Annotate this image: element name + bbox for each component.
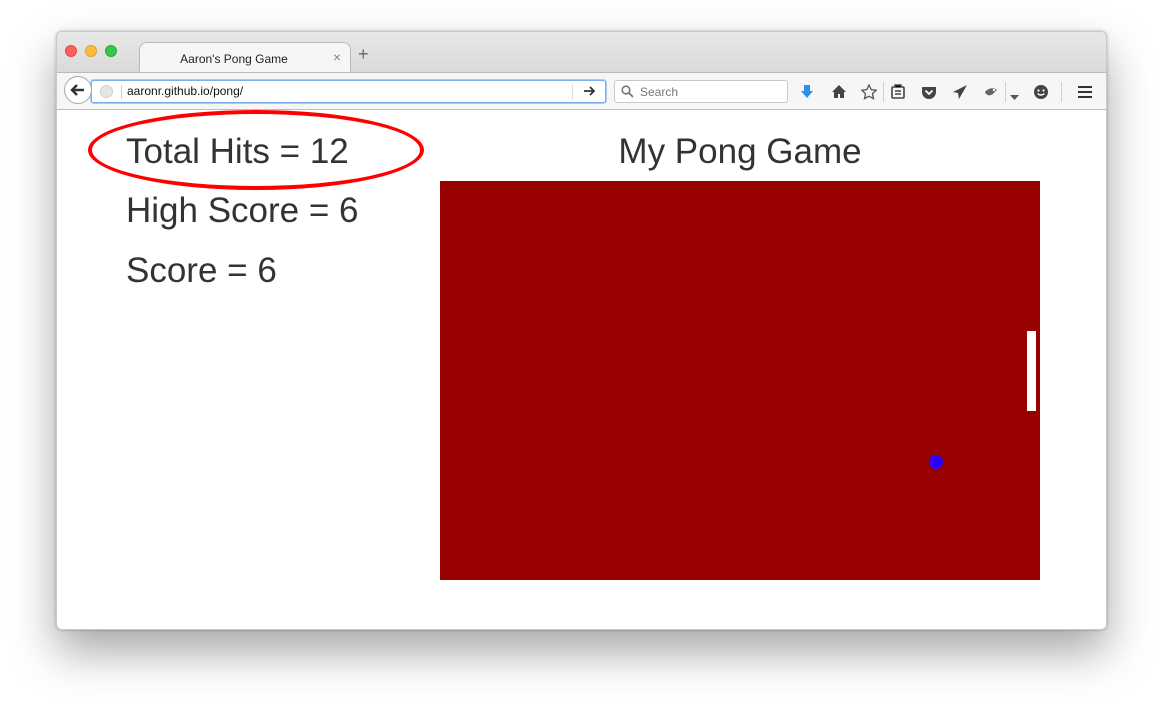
download-icon[interactable] bbox=[799, 84, 815, 105]
pocket-icon[interactable] bbox=[921, 84, 937, 105]
total-hits-text: Total Hits = 12 bbox=[126, 132, 349, 171]
go-divider bbox=[572, 84, 573, 100]
reading-list-icon[interactable] bbox=[890, 84, 906, 105]
nav-bar: aaronr.github.io/pong/ Search bbox=[57, 72, 1106, 110]
paddle[interactable] bbox=[1027, 331, 1036, 411]
search-icon bbox=[621, 85, 634, 103]
window-close-button[interactable] bbox=[65, 45, 77, 57]
menu-icon[interactable] bbox=[1077, 84, 1093, 105]
tab-close-icon[interactable]: × bbox=[333, 49, 341, 65]
toolbar-divider bbox=[1005, 82, 1006, 102]
game-title: My Pong Game bbox=[618, 132, 862, 171]
tab-pong-game[interactable]: Aaron's Pong Game × bbox=[139, 42, 351, 73]
back-button[interactable] bbox=[64, 76, 92, 104]
dropdown-icon[interactable] bbox=[1010, 88, 1019, 106]
home-icon[interactable] bbox=[831, 84, 847, 105]
go-arrow-icon[interactable] bbox=[583, 84, 597, 103]
back-arrow-icon bbox=[70, 84, 84, 96]
browser-window: Aaron's Pong Game × + aaronr.github.io/p… bbox=[56, 31, 1107, 630]
tab-strip: Aaron's Pong Game × + bbox=[57, 32, 1106, 73]
globe-icon bbox=[100, 85, 113, 98]
search-bar[interactable]: Search bbox=[614, 80, 788, 103]
tab-title: Aaron's Pong Game bbox=[180, 52, 288, 66]
high-score-text: High Score = 6 bbox=[126, 191, 359, 230]
game-court[interactable] bbox=[440, 181, 1040, 580]
score-text: Score = 6 bbox=[126, 251, 277, 290]
bookmark-star-icon[interactable] bbox=[860, 83, 878, 105]
new-tab-button[interactable]: + bbox=[358, 45, 369, 63]
toolbar-divider bbox=[1061, 82, 1062, 102]
window-maximize-button[interactable] bbox=[105, 45, 117, 57]
url-text[interactable]: aaronr.github.io/pong/ bbox=[127, 84, 243, 98]
page-content: Total Hits = 12 High Score = 6 Score = 6… bbox=[57, 110, 1106, 629]
search-placeholder: Search bbox=[640, 85, 679, 99]
extension-icon[interactable] bbox=[983, 84, 999, 105]
window-minimize-button[interactable] bbox=[85, 45, 97, 57]
ball bbox=[929, 455, 943, 469]
send-icon[interactable] bbox=[952, 84, 968, 105]
toolbar-divider bbox=[883, 82, 884, 102]
emoji-icon[interactable] bbox=[1033, 84, 1049, 105]
url-divider bbox=[121, 85, 122, 99]
url-bar[interactable]: aaronr.github.io/pong/ bbox=[91, 80, 606, 103]
